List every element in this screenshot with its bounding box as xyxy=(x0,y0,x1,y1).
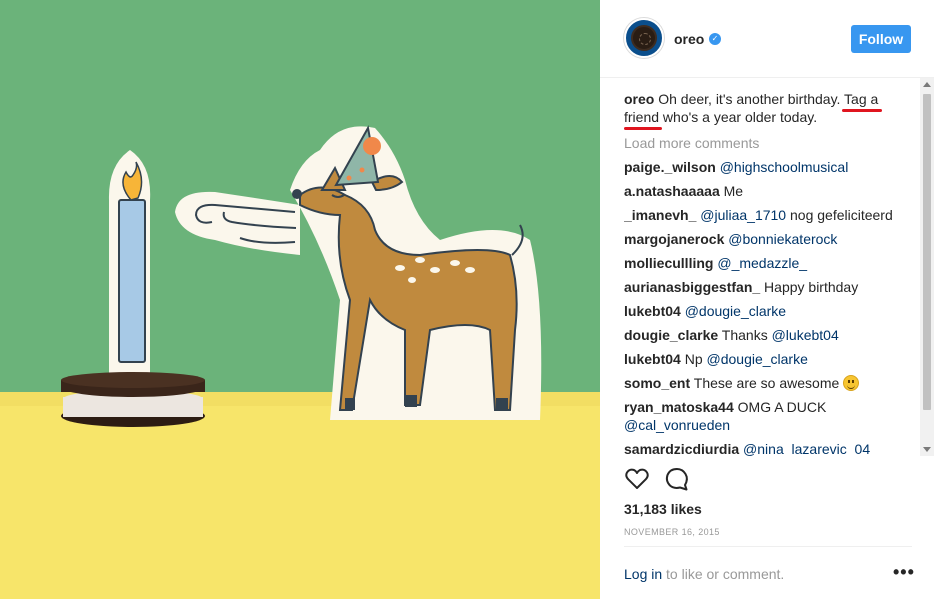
verified-badge-icon: ✓ xyxy=(709,33,721,45)
red-underline-mark xyxy=(842,109,882,112)
heart-icon[interactable] xyxy=(624,466,650,492)
load-more-comments-link[interactable]: Load more comments xyxy=(624,134,908,152)
caption-text-end: who's a year older today. xyxy=(659,109,818,125)
post-illustration xyxy=(0,0,600,599)
comment-username[interactable]: dougie_clarke xyxy=(624,327,718,343)
scroll-down-arrow-icon[interactable] xyxy=(923,447,931,452)
comments-scrollbar[interactable] xyxy=(920,78,934,456)
scroll-up-arrow-icon[interactable] xyxy=(923,82,931,87)
header-username[interactable]: oreo xyxy=(674,31,704,47)
comment-row: aurianasbiggestfan_ Happy birthday xyxy=(624,278,908,296)
likes-count[interactable]: 31,183 likes xyxy=(624,501,702,517)
comment-username[interactable]: samardzicdiurdia xyxy=(624,441,739,456)
comment-row: _imanevh_ @juliaa_1710 nog gefeliciteerd xyxy=(624,206,908,224)
more-options-icon[interactable]: ••• xyxy=(893,563,915,581)
caption-username[interactable]: oreo xyxy=(624,91,654,107)
comment-row: a.natashaaaaa Me xyxy=(624,182,908,200)
scrollbar-thumb[interactable] xyxy=(923,94,931,410)
comment-text: Np xyxy=(680,351,703,367)
cookie-stack-drawing xyxy=(61,372,205,427)
comment-mention[interactable]: @_medazzle_ xyxy=(717,255,807,271)
comment-mention[interactable]: @highschoolmusical xyxy=(720,159,849,175)
comment-mention[interactable]: @juliaa_1710 xyxy=(700,207,786,223)
comment-username[interactable]: lukebt04 xyxy=(624,351,681,367)
comment-mention[interactable]: @nina_lazarevic_04 xyxy=(743,441,870,456)
comment-username[interactable]: ryan_matoska44 xyxy=(624,399,734,415)
comment-username[interactable]: _imanevh_ xyxy=(624,207,696,223)
login-prompt-text: to like or comment. xyxy=(662,566,785,582)
comment-row: samardzicdiurdia @nina_lazarevic_04 xyxy=(624,440,908,456)
comment-username[interactable]: margojanerock xyxy=(624,231,724,247)
post-header: oreo ✓ Follow xyxy=(600,0,934,78)
comment-username[interactable]: molliecullling xyxy=(624,255,713,271)
comment-row: somo_ent These are so awesome xyxy=(624,374,908,392)
comment-username[interactable]: somo_ent xyxy=(624,375,690,391)
follow-button[interactable]: Follow xyxy=(851,25,911,53)
comment-text: nog gefeliciteerd xyxy=(786,207,893,223)
comment-row: lukebt04 Np @dougie_clarke xyxy=(624,350,908,368)
comments-list[interactable]: oreo Oh deer, it's another birthday. Tag… xyxy=(624,90,908,456)
comment-username[interactable]: lukebt04 xyxy=(624,303,681,319)
divider xyxy=(624,546,912,547)
comment-mention[interactable]: @dougie_clarke xyxy=(707,351,808,367)
comment-text: Happy birthday xyxy=(760,279,859,295)
post-photo[interactable] xyxy=(0,0,600,599)
comment-username[interactable]: a.natashaaaaa xyxy=(624,183,720,199)
comment-bubble-icon[interactable] xyxy=(664,466,690,492)
comment-row: paige._wilson @highschoolmusical xyxy=(624,158,908,176)
post-sidebar: oreo ✓ Follow oreo Oh deer, it's another… xyxy=(600,0,934,599)
cookie-logo-icon xyxy=(631,25,657,51)
comment-text: Thanks xyxy=(718,327,768,343)
comment-row: ryan_matoska44 OMG A DUCK @cal_vonrueden xyxy=(624,398,908,434)
comment-mention[interactable]: @cal_vonrueden xyxy=(624,417,730,433)
comment-text: Me xyxy=(719,183,744,199)
login-prompt: Log in to like or comment. xyxy=(624,566,784,582)
comment-text: These are so awesome xyxy=(690,375,840,391)
red-underline-mark xyxy=(624,127,662,130)
avatar[interactable] xyxy=(624,18,664,58)
comment-row: molliecullling @_medazzle_ xyxy=(624,254,908,272)
comment-text: OMG A DUCK xyxy=(733,399,827,415)
login-link[interactable]: Log in xyxy=(624,566,662,582)
comment-username[interactable]: aurianasbiggestfan_ xyxy=(624,279,760,295)
post-date: NOVEMBER 16, 2015 xyxy=(624,527,720,537)
comment-row: dougie_clarke Thanks @lukebt04 xyxy=(624,326,908,344)
comment-username[interactable]: paige._wilson xyxy=(624,159,716,175)
caption-text: Oh deer, it's another birthday. xyxy=(654,91,841,107)
comment-mention[interactable]: @bonniekaterock xyxy=(728,231,837,247)
post-caption: oreo Oh deer, it's another birthday. Tag… xyxy=(624,90,908,130)
candle-drawing xyxy=(108,150,151,390)
comment-row: margojanerock @bonniekaterock xyxy=(624,230,908,248)
comment-mention[interactable]: @dougie_clarke xyxy=(685,303,786,319)
smiling-face-emoji-icon xyxy=(843,375,860,391)
comment-mention[interactable]: @lukebt04 xyxy=(772,327,839,343)
comment-row: lukebt04 @dougie_clarke xyxy=(624,302,908,320)
